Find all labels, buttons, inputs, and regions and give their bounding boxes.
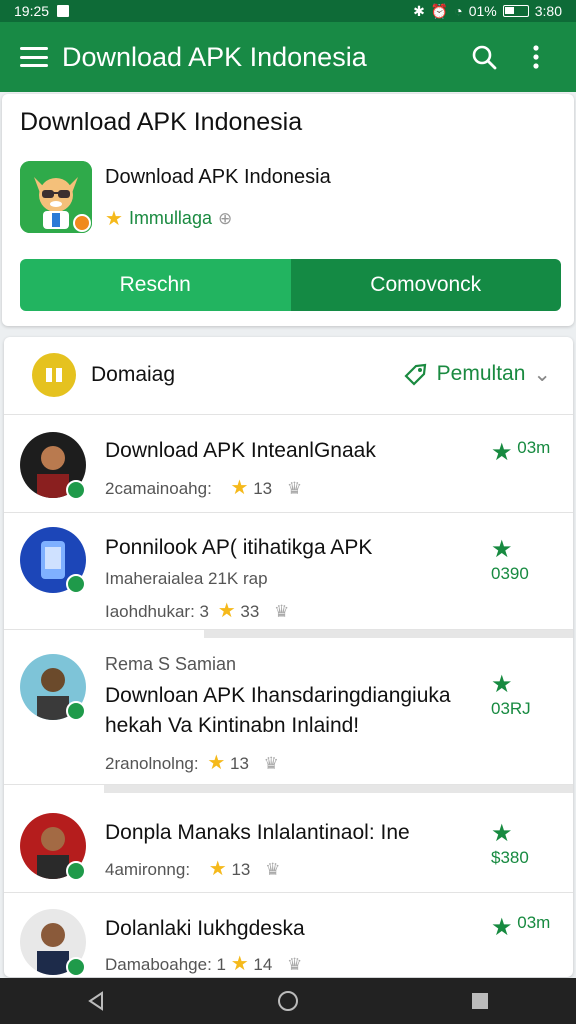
item-title-line2: hekah Va Kintinabn Inlaind! bbox=[105, 714, 360, 737]
divider bbox=[104, 785, 573, 793]
chevron-down-icon: ⌄ bbox=[533, 362, 551, 386]
recents-icon[interactable] bbox=[460, 981, 500, 1021]
divider bbox=[204, 630, 573, 638]
menu-icon[interactable] bbox=[20, 47, 48, 67]
star-icon: ★ bbox=[491, 914, 513, 941]
header-app-name: Download APK Indonesia bbox=[105, 166, 331, 188]
item-title: Downloan APK Ihansdaringdiangiuka bbox=[105, 684, 451, 707]
star-icon: ★ bbox=[230, 953, 249, 975]
header-rating: ★ Immullaga ⊕ bbox=[105, 206, 232, 231]
list-header: Domaiag Pemultan ⌄ bbox=[4, 337, 573, 415]
item-title: Ponnilook AP( itihatikga APK bbox=[105, 536, 373, 559]
verified-badge-icon bbox=[66, 957, 86, 977]
star-icon: ★ bbox=[491, 536, 513, 563]
star-icon: ★ bbox=[207, 752, 226, 774]
rating-star[interactable]: ★ 03m bbox=[491, 913, 555, 953]
item-subtitle: 4amironng: ★ 13 ♛ bbox=[105, 858, 281, 880]
item-subtitle: Imaheraialea 21K rap bbox=[105, 569, 268, 588]
star-icon: ★ bbox=[217, 600, 236, 622]
category-icon bbox=[32, 353, 76, 397]
list-item[interactable]: Dolanlaki Iukhgdeska Damaboahge: 1 ★ 14 … bbox=[4, 893, 573, 977]
rating-star[interactable]: ★ 03RJ bbox=[491, 670, 555, 718]
rating-star[interactable]: ★ 03m bbox=[491, 438, 555, 478]
filter-dropdown[interactable]: Pemultan ⌄ bbox=[403, 361, 551, 387]
item-title: Download APK InteanlGnaak bbox=[105, 439, 376, 462]
status-clock: 3:80 bbox=[534, 3, 562, 19]
action-buttons: Reschn Comovonck bbox=[20, 259, 561, 311]
search-icon[interactable] bbox=[464, 37, 504, 77]
list-card: Domaiag Pemultan ⌄ Download APK InteanlG… bbox=[4, 337, 573, 977]
rating-text: Immullaga bbox=[128, 208, 212, 228]
star-icon: ★ bbox=[491, 820, 513, 847]
star-icon: ★ bbox=[491, 439, 513, 466]
filter-label: Pemultan bbox=[436, 362, 526, 385]
bluetooth-icon: ✱ bbox=[413, 2, 425, 19]
thumb-icon: ♛ bbox=[274, 602, 290, 621]
status-time: 19:25 bbox=[14, 3, 50, 19]
list-item[interactable]: Donpla Manaks Inlalantinaol: Ine 4amiron… bbox=[4, 793, 573, 893]
item-subtitle: 2camainoahg: ★ 13 ♛ bbox=[105, 477, 303, 499]
card-title: Download APK Indonesia bbox=[20, 108, 303, 136]
more-vert-icon[interactable] bbox=[516, 37, 556, 77]
notification-icon bbox=[57, 5, 70, 17]
list-item[interactable]: Ponnilook AP( itihatikga APK Imaheraiale… bbox=[4, 513, 573, 630]
item-title: Donpla Manaks Inlalantinaol: Ine bbox=[105, 821, 410, 844]
star-icon: ★ bbox=[230, 477, 249, 499]
star-icon: ★ bbox=[491, 671, 513, 698]
verified-badge-icon bbox=[66, 480, 86, 500]
verified-badge-icon bbox=[66, 574, 86, 594]
info-icon[interactable]: ⊕ bbox=[218, 209, 232, 229]
thumb-icon: ♛ bbox=[286, 479, 303, 498]
list-header-label: Domaiag bbox=[91, 363, 176, 386]
item-title: Dolanlaki Iukhgdeska bbox=[105, 917, 305, 940]
item-meta: 2ranolnolng: ★ 13 ♛ bbox=[105, 752, 279, 774]
verified-badge-icon bbox=[66, 861, 86, 881]
verified-badge-icon bbox=[66, 701, 86, 721]
battery-icon bbox=[502, 5, 529, 17]
list-item[interactable]: Download APK InteanlGnaak 2camainoahg: ★… bbox=[4, 416, 573, 513]
tag-icon bbox=[404, 363, 426, 386]
thumb-icon: ♛ bbox=[265, 860, 281, 879]
star-icon: ★ bbox=[105, 208, 123, 230]
alarm-icon: ⏰ bbox=[430, 2, 449, 19]
status-percent: 01% bbox=[468, 3, 497, 19]
item-meta: Iaohdhukar: 3 ★ 33 ♛ bbox=[105, 600, 290, 622]
thumb-icon: ♛ bbox=[263, 754, 279, 773]
item-subtitle: Damaboahge: 1 ★ 14 ♛ bbox=[105, 953, 303, 975]
wifi-icon: ◔ bbox=[454, 3, 463, 19]
app-icon bbox=[20, 161, 92, 233]
app-bar: Download APK Indonesia bbox=[0, 22, 576, 92]
secondary-button[interactable]: Comovonck bbox=[290, 259, 561, 311]
rating-star[interactable]: ★ 0390 bbox=[491, 535, 555, 583]
star-icon: ★ bbox=[208, 858, 227, 880]
home-icon[interactable] bbox=[268, 981, 308, 1021]
back-icon[interactable] bbox=[76, 981, 116, 1021]
primary-button[interactable]: Reschn bbox=[20, 259, 291, 311]
item-author: Rema S Samian bbox=[105, 654, 237, 674]
status-bar: 19:25 ✱ ⏰ ◔ 01% 3:80 bbox=[0, 0, 576, 22]
list-item[interactable]: Rema S Samian Downloan APK Ihansdaringdi… bbox=[4, 640, 573, 785]
system-nav-bar bbox=[0, 978, 576, 1024]
thumb-icon: ♛ bbox=[287, 955, 303, 974]
app-bar-title: Download APK Indonesia bbox=[62, 41, 367, 72]
rating-star[interactable]: ★ $380 bbox=[491, 819, 555, 867]
